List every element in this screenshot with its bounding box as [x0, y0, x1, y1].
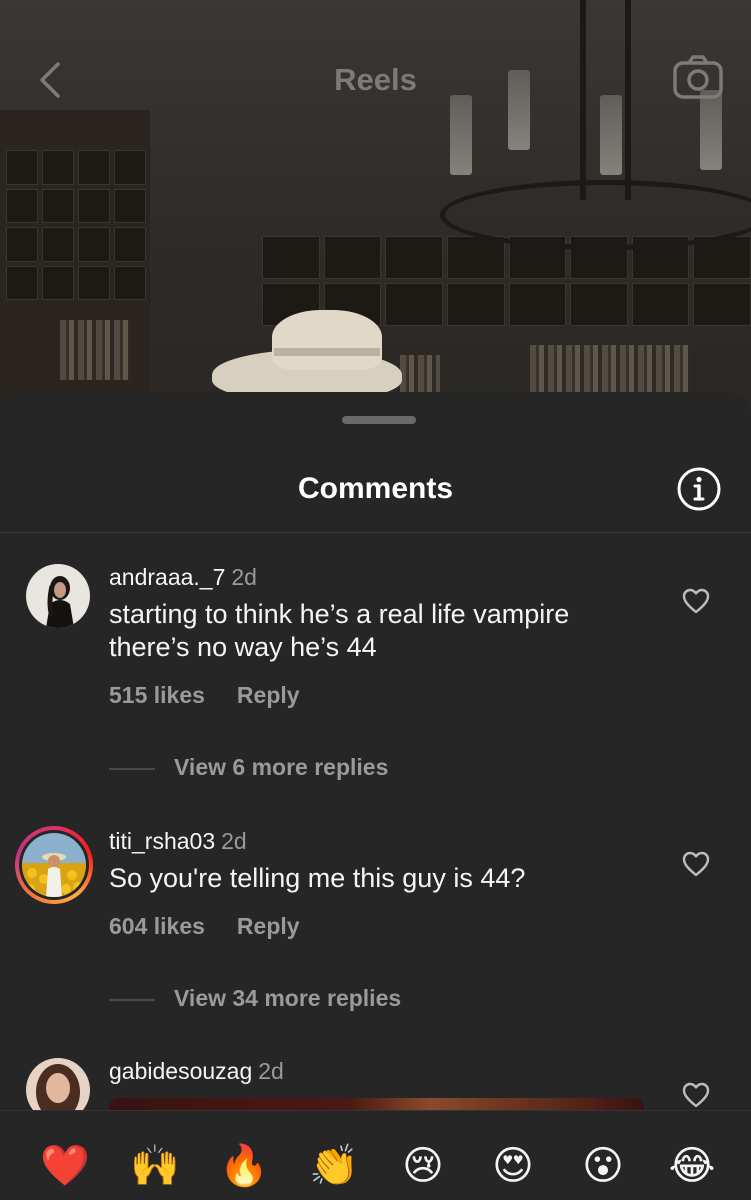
avatar[interactable] — [22, 833, 86, 897]
info-icon[interactable] — [676, 466, 722, 512]
comment-meta: 604 likes Reply — [109, 913, 300, 940]
clap-emoji-button[interactable]: 👏 — [309, 1141, 359, 1191]
chandelier — [440, 180, 751, 250]
reply-button[interactable]: Reply — [237, 682, 300, 708]
comment-time: 2d — [231, 564, 257, 590]
like-count[interactable]: 604 likes — [109, 913, 205, 939]
comment-username[interactable]: titi_rsha03 — [109, 828, 215, 854]
emoji-reaction-bar: ❤️ 🙌 🔥 👏 😢 😍 😮 😂 — [0, 1110, 751, 1200]
divider — [0, 532, 751, 533]
comments-sheet: Comments andraaa._7 2d starting to think … — [0, 392, 751, 1200]
laughing-emoji-button[interactable]: 😂 — [667, 1141, 717, 1191]
camera-icon[interactable] — [672, 54, 724, 100]
books — [60, 320, 130, 380]
heart-icon[interactable] — [682, 588, 710, 614]
comment-meta: 515 likes Reply — [109, 682, 300, 709]
comment-header: andraaa._7 2d — [109, 564, 257, 591]
reels-header: Reels — [0, 50, 751, 110]
sheet-title: Comments — [297, 472, 454, 505]
story-ring[interactable] — [15, 826, 93, 904]
replies-line — [109, 768, 155, 770]
comment-text: starting to think he’s a real life vampi… — [109, 599, 570, 662]
avatar[interactable] — [26, 564, 90, 628]
view-replies-label: View 34 more replies — [174, 985, 402, 1011]
comment-time: 2d — [221, 828, 247, 854]
drawer-cabinet-left — [6, 150, 146, 300]
comment-username[interactable]: andraaa._7 — [109, 564, 225, 590]
page-title: Reels — [334, 62, 417, 97]
heart-emoji-button[interactable]: ❤️ — [40, 1141, 90, 1191]
drag-handle[interactable] — [342, 416, 416, 424]
view-replies-label: View 6 more replies — [174, 754, 389, 780]
comment-time: 2d — [258, 1058, 284, 1084]
cowboy-hat — [212, 310, 402, 400]
crying-emoji-button[interactable]: 😢 — [398, 1141, 448, 1191]
heart-icon[interactable] — [682, 851, 710, 877]
raised-hands-emoji-button[interactable]: 🙌 — [130, 1141, 180, 1191]
comment-header: titi_rsha03 2d — [109, 828, 247, 855]
surprised-emoji-button[interactable]: 😮 — [578, 1141, 628, 1191]
comment-username[interactable]: gabidesouzag — [109, 1058, 252, 1084]
reply-button[interactable]: Reply — [237, 913, 300, 939]
like-count[interactable]: 515 likes — [109, 682, 205, 708]
replies-line — [109, 999, 155, 1001]
heart-icon[interactable] — [682, 1082, 710, 1108]
comment-text: So you're telling me this guy is 44? — [109, 863, 526, 893]
heart-eyes-emoji-button[interactable]: 😍 — [488, 1141, 538, 1191]
comment-header: gabidesouzag 2d — [109, 1058, 284, 1085]
fire-emoji-button[interactable]: 🔥 — [219, 1141, 269, 1191]
